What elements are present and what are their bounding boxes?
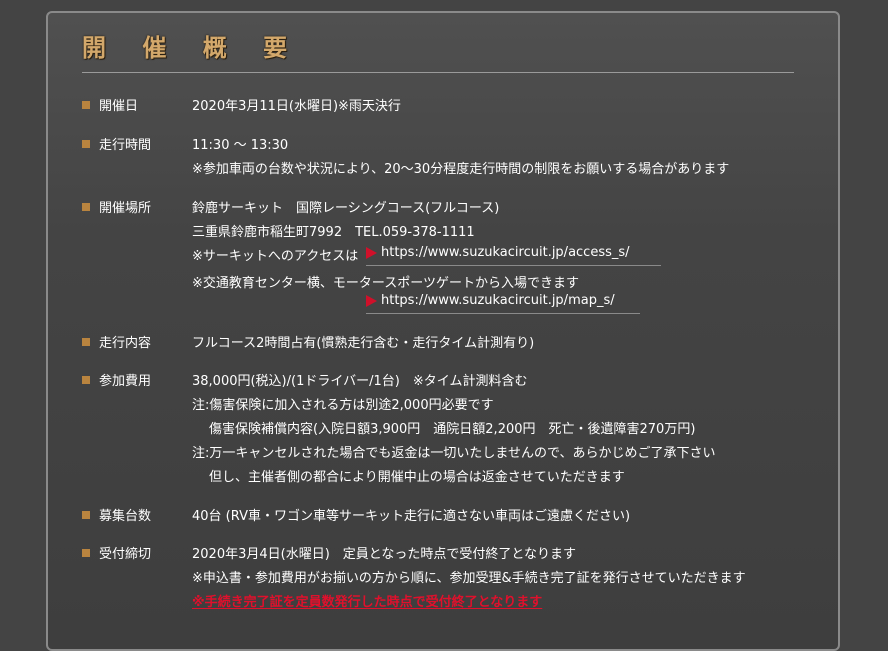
label-text: 走行時間 (99, 138, 152, 153)
insurance-coverage: 傷害保険補償内容(入院日額3,900円 通院日額2,200円 死亡・後遺障害27… (209, 422, 696, 437)
access-link[interactable]: https://www.suzukacircuit.jp/access_s/ (366, 245, 630, 260)
map-link-text[interactable]: https://www.suzukacircuit.jp/map_s/ (381, 293, 615, 308)
play-arrow-icon (366, 246, 377, 259)
access-link-underline (366, 265, 661, 266)
label-text: 走行内容 (99, 336, 152, 351)
deadline-note: ※申込書・参加費用がお揃いの方から順に、参加受理&手続き完了証を発行させていただ… (192, 571, 746, 586)
bullet-square-icon (82, 100, 90, 109)
label-text: 参加費用 (99, 374, 152, 389)
capacity-value: 40台 (RV車・ワゴン車等サーキット走行に適さない車両はご遠慮ください) (192, 509, 631, 524)
map-link[interactable]: https://www.suzukacircuit.jp/map_s/ (366, 293, 615, 308)
label-text: 開催日 (99, 99, 139, 114)
refund-note: 但し、主催者側の都合により開催中止の場合は返金させていただきます (209, 470, 625, 485)
page-title: 開 催 概 要 (82, 33, 302, 62)
row-label-time: 走行時間 (82, 134, 151, 153)
bullet-square-icon (82, 548, 90, 557)
label-text: 開催場所 (99, 201, 152, 216)
time-note: ※参加車両の台数や状況により、20〜30分程度走行時間の制限をお願いする場合があ… (192, 162, 730, 177)
cancel-note: 注:万一キャンセルされた場合でも返金は一切いたしませんので、あらかじめご了承下さ… (192, 446, 716, 461)
bullet-square-icon (82, 202, 90, 211)
row-label-deadline: 受付締切 (82, 543, 151, 562)
content-value: フルコース2時間占有(慣熟走行含む・走行タイム計測有り) (192, 336, 535, 351)
access-note: ※サーキットへのアクセスは (192, 249, 359, 264)
access-link-text[interactable]: https://www.suzukacircuit.jp/access_s/ (381, 245, 630, 260)
bullet-square-icon (82, 375, 90, 384)
title-divider (82, 72, 794, 73)
label-text: 募集台数 (99, 509, 152, 524)
venue-name: 鈴鹿サーキット 国際レーシングコース(フルコース) (192, 201, 500, 216)
label-text: 受付締切 (99, 547, 152, 562)
row-label-content: 走行内容 (82, 332, 151, 351)
deadline-warning: ※手続き完了証を定員数発行した時点で受付終了となります (192, 595, 543, 610)
bullet-square-icon (82, 337, 90, 346)
row-label-capacity: 募集台数 (82, 505, 151, 524)
venue-address: 三重県鈴鹿市稲生町7992 TEL.059-378-1111 (192, 225, 475, 240)
time-value: 11:30 〜 13:30 (192, 138, 289, 153)
bullet-square-icon (82, 139, 90, 148)
row-label-venue: 開催場所 (82, 197, 151, 216)
deadline-value: 2020年3月4日(水曜日) 定員となった時点で受付終了となります (192, 547, 576, 562)
play-arrow-icon (366, 294, 377, 307)
insurance-note: 注:傷害保険に加入される方は別途2,000円必要です (192, 398, 494, 413)
row-label-fee: 参加費用 (82, 370, 151, 389)
date-value: 2020年3月11日(水曜日)※雨天決行 (192, 99, 401, 114)
fee-value: 38,000円(税込)/(1ドライバー/1台) ※タイム計測料含む (192, 374, 528, 389)
entry-note: ※交通教育センター横、モータースポーツゲートから入場できます (192, 276, 579, 291)
bullet-square-icon (82, 510, 90, 519)
map-link-underline (366, 313, 640, 314)
row-label-date: 開催日 (82, 95, 138, 114)
